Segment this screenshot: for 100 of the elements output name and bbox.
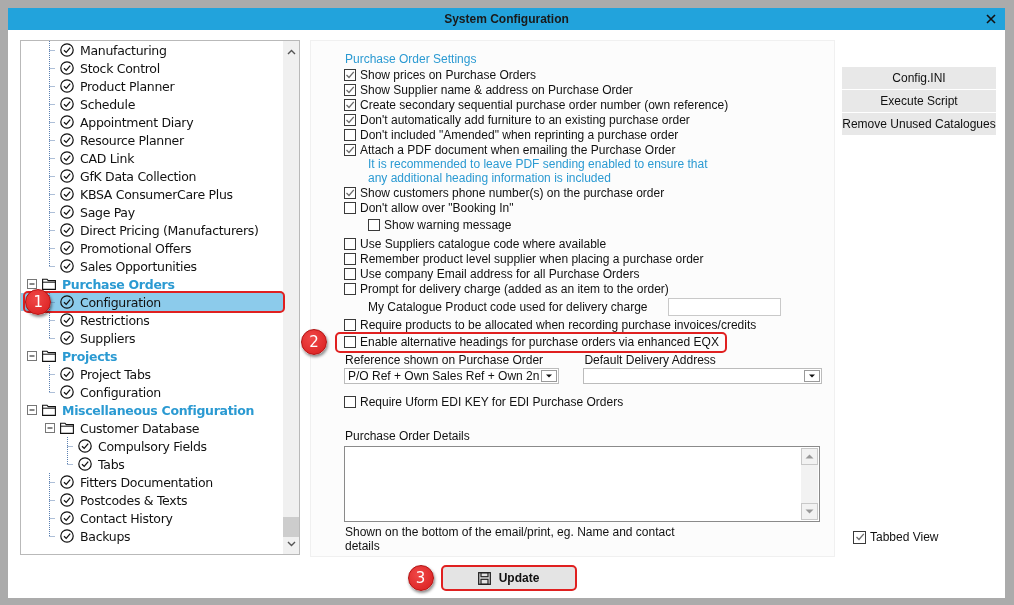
- checkbox[interactable]: [344, 143, 356, 156]
- checkbox-label[interactable]: Don't automatically add furniture to an existing purchase order: [360, 112, 690, 127]
- checkbox[interactable]: [344, 318, 356, 331]
- checkbox-label[interactable]: Don't included "Amended" when reprinting a purchase order: [360, 127, 679, 142]
- check-circle-icon: [60, 511, 74, 525]
- check-circle-icon: [60, 61, 74, 75]
- tree-row[interactable]: Manufacturing: [21, 41, 285, 59]
- checkbox[interactable]: [344, 186, 356, 199]
- checkbox[interactable]: [368, 219, 380, 231]
- check-circle-icon: [60, 43, 74, 57]
- collapse-icon[interactable]: [27, 351, 37, 361]
- check-circle-icon: [60, 493, 74, 507]
- tree-row[interactable]: Direct Pricing (Manufacturers): [21, 221, 285, 239]
- checkbox-label[interactable]: Use company Email address for all Purchase Orders: [360, 266, 640, 281]
- check-circle-icon: [60, 367, 74, 381]
- checkbox[interactable]: [344, 98, 356, 111]
- hint-text: Shown on the bottom of the email/print, eg. Name and contact details: [345, 525, 675, 553]
- checkbox[interactable]: [344, 267, 356, 280]
- tree-row[interactable]: Backups: [21, 527, 285, 545]
- checkbox-label[interactable]: Require Uform EDI KEY for EDI Purchase Orders: [360, 394, 624, 409]
- dropdown-label: Default Delivery Address: [584, 353, 717, 368]
- tree-row[interactable]: Postcodes & Texts: [21, 491, 285, 509]
- step-badge: 3: [407, 565, 434, 591]
- checkbox[interactable]: [344, 252, 356, 265]
- check-circle-icon: [60, 385, 74, 399]
- folder-icon: [60, 422, 74, 434]
- tree-item-label: Miscellaneous Configuration: [62, 402, 255, 418]
- tree-item-label: GfK Data Collection: [80, 168, 197, 184]
- tree-row[interactable]: Appointment Diary: [21, 113, 285, 131]
- action-button[interactable]: Execute Script: [842, 90, 996, 112]
- scroll-thumb[interactable]: [283, 517, 299, 537]
- tree-row[interactable]: Fitters Documentation: [21, 473, 285, 491]
- check-circle-icon: [60, 331, 74, 345]
- checkbox-label[interactable]: Tabbed View: [870, 530, 939, 544]
- tree-row[interactable]: Sage Pay: [21, 203, 285, 221]
- tree-row[interactable]: Product Planner: [21, 77, 285, 95]
- checkbox-label[interactable]: Show customers phone number(s) on the purchase order: [360, 185, 665, 200]
- tree-row[interactable]: Tabs: [21, 455, 285, 473]
- check-circle-icon: [60, 169, 74, 183]
- input-field[interactable]: [668, 297, 781, 316]
- tree-row[interactable]: Schedule: [21, 95, 285, 113]
- collapse-icon[interactable]: [27, 405, 37, 415]
- checkbox-label[interactable]: Prompt for delivery charge (added as an item to the order): [360, 281, 669, 296]
- scroll-down-icon[interactable]: [287, 541, 296, 547]
- tree-row[interactable]: Stock Control: [21, 59, 285, 77]
- check-circle-icon: [78, 439, 92, 453]
- tree-row[interactable]: Contact History: [21, 509, 285, 527]
- collapse-icon[interactable]: [45, 423, 55, 433]
- save-icon: [477, 571, 491, 585]
- tree-row[interactable]: Compulsory Fields: [21, 437, 285, 455]
- tree-row[interactable]: GfK Data Collection: [21, 167, 285, 185]
- tree-row[interactable]: Configuration: [21, 383, 285, 401]
- checkbox-label[interactable]: Show Supplier name & address on Purchase Order: [360, 82, 633, 97]
- checkbox-label[interactable]: Remember product level supplier when placing a purchase order: [360, 251, 704, 266]
- tree-row[interactable]: Suppliers: [21, 329, 285, 347]
- tree-row[interactable]: Customer Database: [21, 419, 285, 437]
- tree-row[interactable]: Resource Planner: [21, 131, 285, 149]
- checkbox-label[interactable]: Attach a PDF document when emailing the Purchase Order: [360, 142, 676, 157]
- update-button[interactable]: Update: [442, 567, 575, 589]
- checkbox[interactable]: [344, 113, 356, 126]
- text-area[interactable]: [344, 446, 820, 522]
- scroll-up-icon[interactable]: [287, 49, 296, 55]
- tree-row[interactable]: KBSA ConsumerCare Plus: [21, 185, 285, 203]
- step-badge: 2: [301, 329, 327, 355]
- dropdown[interactable]: P/O Ref + Own Sales Ref + Own 2n: [344, 368, 560, 384]
- checkbox-label[interactable]: Show warning message: [384, 218, 512, 232]
- check-circle-icon: [60, 259, 74, 273]
- tree-row[interactable]: Project Tabs: [21, 365, 285, 383]
- checkbox-label[interactable]: Show prices on Purchase Orders: [360, 67, 537, 82]
- checkbox[interactable]: [344, 83, 356, 96]
- checkbox[interactable]: [344, 68, 356, 81]
- action-button[interactable]: Remove Unused Catalogues: [842, 113, 996, 135]
- checkbox[interactable]: [344, 201, 356, 214]
- checkbox[interactable]: [344, 237, 356, 250]
- tree-item-label: Contact History: [80, 510, 173, 526]
- checkbox-label[interactable]: Create secondary sequential purchase order number (own reference): [360, 97, 729, 112]
- dropdown-value: P/O Ref + Own Sales Ref + Own 2n: [348, 369, 540, 383]
- tree-row[interactable]: CAD Link: [21, 149, 285, 167]
- scrollbar[interactable]: [283, 41, 299, 554]
- checkbox-label[interactable]: Enable alternative headings for purchase orders via enhanced EQX: [360, 335, 719, 349]
- close-icon[interactable]: [986, 14, 996, 24]
- step-badge: 1: [25, 289, 51, 315]
- collapse-icon[interactable]: [27, 279, 37, 289]
- tree-row[interactable]: Sales Opportunities: [21, 257, 285, 275]
- checkbox-label[interactable]: Don't allow over "Booking In": [360, 200, 514, 215]
- tree-item-label: Configuration: [80, 384, 161, 400]
- checkbox[interactable]: [344, 395, 356, 408]
- checkbox-label[interactable]: Use Suppliers catalogue code where available: [360, 236, 607, 251]
- checkbox[interactable]: [344, 336, 356, 348]
- checkbox[interactable]: [344, 282, 356, 295]
- section-heading: Purchase Order Settings: [345, 52, 478, 66]
- action-button[interactable]: Config.INI: [842, 67, 996, 89]
- checkbox[interactable]: [853, 530, 866, 544]
- tree-item-label: Purchase Orders: [62, 276, 175, 292]
- folder-icon: [42, 278, 56, 290]
- folder-icon: [42, 350, 56, 362]
- tree-item-label: CAD Link: [80, 150, 135, 166]
- checkbox-label[interactable]: Require products to be allocated when recording purchase invoices/credits: [360, 317, 757, 332]
- checkbox[interactable]: [344, 128, 356, 141]
- tree-row[interactable]: Promotional Offers: [21, 239, 285, 257]
